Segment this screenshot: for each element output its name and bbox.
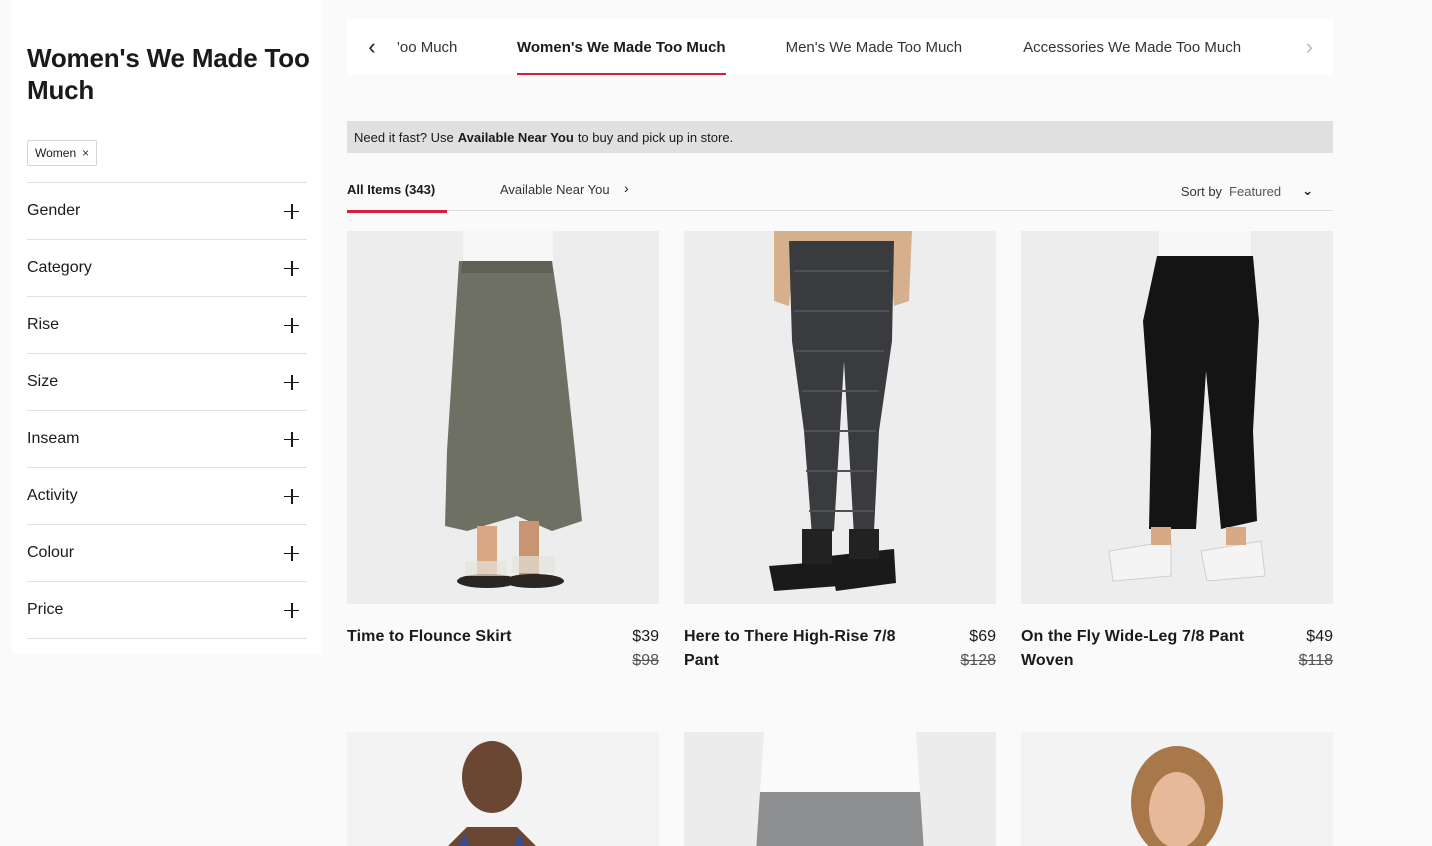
plus-icon (284, 317, 299, 333)
filter-label: Size (27, 373, 59, 390)
page-title: Women's We Made Too Much (27, 43, 310, 105)
product-prices: $69 $128 (960, 625, 996, 673)
chevron-right-icon: › (624, 180, 629, 196)
sale-price: $69 (969, 628, 996, 645)
product-image-partial[interactable] (684, 732, 996, 846)
tab-previous-category[interactable]: 'oo Much (397, 19, 517, 75)
plus-icon (284, 602, 299, 618)
product-name[interactable]: Time to Flounce Skirt (347, 625, 582, 673)
product-image-partial[interactable] (347, 732, 659, 846)
product-info: Time to Flounce Skirt $39 $98 (347, 625, 659, 673)
filter-inseam[interactable]: Inseam (27, 411, 307, 468)
filter-rise[interactable]: Rise (27, 297, 307, 354)
sale-price: $49 (1306, 628, 1333, 645)
filter-category[interactable]: Category (27, 240, 307, 297)
plus-icon (284, 260, 299, 276)
filter-label: Price (27, 601, 64, 618)
sort-label: Sort by (1180, 183, 1223, 199)
tab-mens-we-made-too-much[interactable]: Men's We Made Too Much (786, 19, 963, 75)
product-image-skirt[interactable] (347, 231, 659, 604)
filter-list: Gender Category Rise Size Inseam Activit… (27, 182, 307, 639)
chip-label: Women (35, 146, 77, 160)
active-filter-chip[interactable]: Women × (27, 140, 98, 166)
plus-icon (284, 488, 299, 504)
filter-label: Category (27, 259, 92, 276)
chevron-right-icon[interactable]: › (1306, 34, 1313, 60)
close-icon[interactable]: × (82, 146, 89, 160)
product-info: On the Fly Wide-Leg 7/8 Pant Woven $49 $… (1021, 625, 1333, 673)
tab-available-near-you[interactable]: Available Near You (500, 182, 610, 197)
filter-label: Gender (27, 202, 81, 219)
original-price: $128 (960, 652, 996, 669)
listing-subtabs: All Items (343) Available Near You › Sor… (347, 172, 1333, 213)
filter-label: Inseam (27, 430, 80, 447)
product-name[interactable]: On the Fly Wide-Leg 7/8 Pant Woven (1021, 625, 1256, 673)
product-card[interactable]: Time to Flounce Skirt $39 $98 (347, 231, 659, 673)
sort-dropdown[interactable]: Sort by Featured ⌄ (1181, 183, 1313, 199)
plus-icon (284, 203, 299, 219)
product-image-partial[interactable] (1021, 732, 1333, 846)
product-name[interactable]: Here to There High-Rise 7/8 Pant (684, 625, 919, 673)
filter-label: Colour (27, 544, 75, 561)
tab-accessories-we-made-too-much[interactable]: Accessories We Made Too Much (1023, 19, 1241, 75)
sort-value: Featured (1229, 183, 1282, 199)
category-tabs: ‹ 'oo Much Women's We Made Too Much Men'… (347, 19, 1333, 75)
tab-womens-we-made-too-much[interactable]: Women's We Made Too Much (517, 19, 726, 75)
filter-label: Activity (27, 487, 78, 504)
pickup-notice: Need it fast? Use Available Near You to … (347, 121, 1333, 153)
product-prices: $49 $118 (1299, 625, 1333, 673)
tab-all-items[interactable]: All Items (343) (347, 182, 447, 213)
filter-activity[interactable]: Activity (27, 468, 307, 525)
filter-label: Rise (27, 316, 60, 333)
product-prices: $39 $98 (632, 625, 659, 673)
chevron-left-icon[interactable]: ‹ (347, 34, 397, 60)
original-price: $98 (632, 652, 659, 669)
filter-size[interactable]: Size (27, 354, 307, 411)
filter-price[interactable]: Price (27, 582, 307, 639)
notice-suffix: to buy and pick up in store. (577, 129, 734, 145)
product-card[interactable]: On the Fly Wide-Leg 7/8 Pant Woven $49 $… (1021, 231, 1333, 673)
plus-icon (284, 545, 299, 561)
notice-prefix: Need it fast? Use (354, 129, 454, 145)
original-price: $118 (1298, 652, 1333, 669)
product-image-wide-pant[interactable] (1021, 231, 1333, 604)
filter-sidebar: Women's We Made Too Much Women × Gender … (12, 0, 322, 654)
chevron-down-icon: ⌄ (1302, 183, 1313, 198)
product-image-pant[interactable] (684, 231, 996, 604)
filter-gender[interactable]: Gender (27, 183, 307, 240)
notice-link[interactable]: Available Near You (458, 130, 574, 145)
plus-icon (284, 431, 299, 447)
product-card[interactable]: Here to There High-Rise 7/8 Pant $69 $12… (684, 231, 996, 673)
sale-price: $39 (632, 628, 659, 645)
plus-icon (284, 374, 299, 390)
product-info: Here to There High-Rise 7/8 Pant $69 $12… (684, 625, 996, 673)
filter-colour[interactable]: Colour (27, 525, 307, 582)
